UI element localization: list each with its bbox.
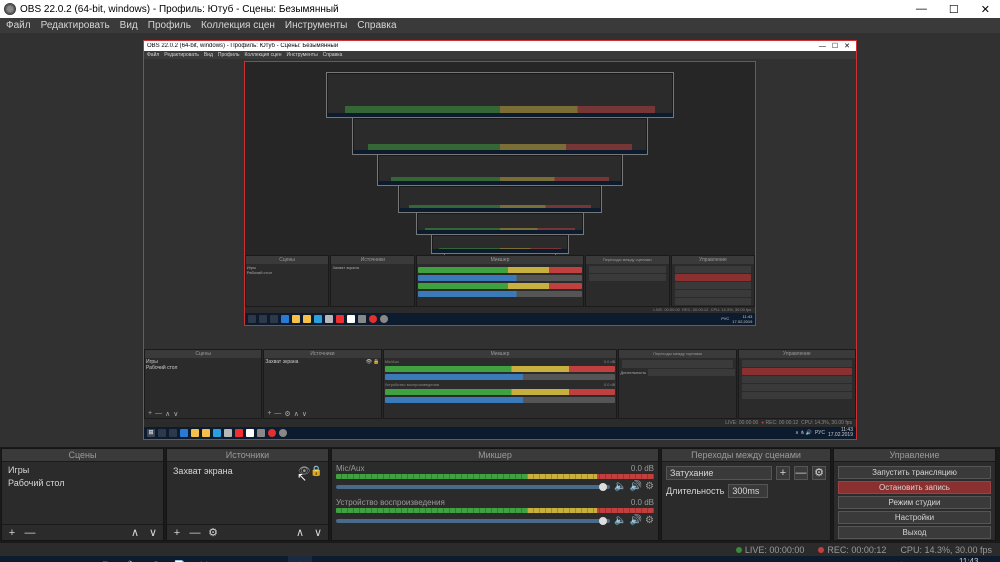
window-title: OBS 22.0.2 (64-bit, windows) - Профиль: … xyxy=(20,4,339,15)
taskbar-obs-icon[interactable]: ◎ xyxy=(288,556,312,562)
mixer-channel-name: Mic/Aux xyxy=(336,464,364,473)
audio-meter xyxy=(336,474,654,479)
mini-title: OBS 22.0.2 (64-bit, windows) - Профиль: … xyxy=(147,43,338,49)
taskbar-edge-icon[interactable]: e xyxy=(72,556,96,562)
gear-icon[interactable]: ⚙ xyxy=(645,481,654,492)
volume-slider[interactable] xyxy=(336,519,610,523)
transition-select[interactable]: Затухание xyxy=(666,466,772,480)
mixer-channel-db: 0.0 dB xyxy=(631,464,654,473)
audio-meter xyxy=(336,508,654,513)
source-up-button[interactable]: ∧ xyxy=(294,527,306,539)
source-add-button[interactable]: + xyxy=(171,527,183,539)
menu-tools[interactable]: Инструменты xyxy=(285,20,347,31)
mute-icon[interactable]: 🔈 xyxy=(614,481,626,492)
transition-duration-input[interactable]: 300ms xyxy=(728,484,768,498)
mute-icon[interactable]: 🔈 xyxy=(614,515,626,526)
taskbar-skype-icon[interactable]: S xyxy=(144,556,168,562)
start-streaming-button[interactable]: Запустить трансляцию xyxy=(838,466,991,479)
scene-item[interactable]: Рабочий стол xyxy=(6,477,159,490)
settings-button[interactable]: Настройки xyxy=(838,511,991,524)
speaker-icon[interactable]: 🔊 xyxy=(630,481,642,492)
cursor-icon: ↖ xyxy=(297,470,307,484)
window-close-button[interactable]: ✕ xyxy=(975,3,996,16)
source-settings-button[interactable]: ⚙ xyxy=(207,527,219,539)
window-maximize-button[interactable]: ☐ xyxy=(943,3,965,16)
dock-controls-header: Управление xyxy=(834,449,995,462)
gear-icon[interactable]: ⚙ xyxy=(645,515,654,526)
stop-recording-button[interactable]: Остановить запись xyxy=(838,481,991,494)
dock-sources-header: Источники xyxy=(167,449,328,462)
taskbar-start-icon[interactable]: ⊞ xyxy=(0,556,24,562)
exit-button[interactable]: Выход xyxy=(838,526,991,539)
studio-mode-button[interactable]: Режим студии xyxy=(838,496,991,509)
mixer-channel-db: 0.0 dB xyxy=(631,498,654,507)
source-down-button[interactable]: ∨ xyxy=(312,527,324,539)
menu-help[interactable]: Справка xyxy=(357,20,396,31)
menubar: Файл Редактировать Вид Профиль Коллекция… xyxy=(0,18,1000,33)
dock-mixer: Микшер Mic/Aux 0.0 dB 🔈 🔊 ⚙ Устройство во… xyxy=(331,448,659,541)
dock-scenes: Сцены Игры Рабочий стол + — ∧ ∨ xyxy=(1,448,164,541)
taskbar-taskview-icon[interactable]: ▭ xyxy=(48,556,72,562)
menu-scenes[interactable]: Коллекция сцен xyxy=(201,20,275,31)
source-remove-button[interactable]: — xyxy=(189,527,201,539)
taskbar-steam-icon[interactable]: ⟳ xyxy=(240,556,264,562)
status-cpu: CPU: 14.3%, 30.00 fps xyxy=(900,545,992,555)
lock-toggle-icon[interactable]: 🔒 xyxy=(310,465,322,478)
docks-row: Сцены Игры Рабочий стол + — ∧ ∨ Источник… xyxy=(0,447,1000,542)
speaker-icon[interactable]: 🔊 xyxy=(630,515,642,526)
mixer-channel: Устройство воспроизведения 0.0 dB 🔈 🔊 ⚙ xyxy=(336,498,654,526)
taskbar-search-icon[interactable]: ⌕ xyxy=(24,556,48,562)
scene-add-button[interactable]: + xyxy=(6,527,18,539)
scene-item[interactable]: Игры xyxy=(6,464,159,477)
preview-area[interactable]: OBS 22.0.2 (64-bit, windows) - Профиль: … xyxy=(0,33,1000,447)
menu-edit[interactable]: Редактировать xyxy=(41,20,110,31)
status-bar: LIVE: 00:00:00 REC: 00:00:12 CPU: 14.3%,… xyxy=(0,542,1000,556)
scene-up-button[interactable]: ∧ xyxy=(129,527,141,539)
taskbar-mail-icon[interactable]: ✉ xyxy=(216,556,240,562)
scenes-list[interactable]: Игры Рабочий стол xyxy=(2,462,163,524)
captured-screen: OBS 22.0.2 (64-bit, windows) - Профиль: … xyxy=(144,41,856,439)
dock-transitions-header: Переходы между сценами xyxy=(662,449,830,462)
taskbar-yandex-icon[interactable]: Y xyxy=(192,556,216,562)
mixer-channel-name: Устройство воспроизведения xyxy=(336,498,445,507)
menu-view[interactable]: Вид xyxy=(120,20,138,31)
sources-list[interactable]: Захват экрана 👁 🔒 ↖ xyxy=(167,462,328,524)
dock-scenes-header: Сцены xyxy=(2,449,163,462)
obs-logo-icon xyxy=(4,3,16,15)
transition-remove-button[interactable]: — xyxy=(794,466,808,480)
windows-taskbar: ⊞⌕▭e🗀🛍S📄Y✉⟳●◎ ∧ ⋔ 🔊 РУС 11:4317.02.2019 … xyxy=(0,556,1000,562)
transition-settings-button[interactable]: ⚙ xyxy=(812,466,826,480)
rec-indicator-icon xyxy=(818,547,824,553)
transition-duration-label: Длительность xyxy=(666,486,724,496)
taskbar-explorer-icon[interactable]: 🗀 xyxy=(96,556,120,562)
dock-sources: Источники Захват экрана 👁 🔒 ↖ + — ⚙ ∧ ∨ xyxy=(166,448,329,541)
volume-slider[interactable] xyxy=(336,485,610,489)
preview-source-bounds[interactable]: OBS 22.0.2 (64-bit, windows) - Профиль: … xyxy=(143,40,857,440)
status-live: LIVE: 00:00:00 xyxy=(745,545,805,555)
taskbar-store-icon[interactable]: 🛍 xyxy=(120,556,144,562)
dock-mixer-header: Микшер xyxy=(332,449,658,462)
source-item-label: Захват экрана xyxy=(173,465,233,478)
window-minimize-button[interactable]: — xyxy=(910,3,933,16)
menu-profile[interactable]: Профиль xyxy=(148,20,191,31)
transition-add-button[interactable]: + xyxy=(776,466,790,480)
taskbar-notes-icon[interactable]: 📄 xyxy=(168,556,192,562)
scene-remove-button[interactable]: — xyxy=(24,527,36,539)
taskbar-rec-icon[interactable]: ● xyxy=(264,556,288,562)
status-rec: REC: 00:00:12 xyxy=(827,545,886,555)
mixer-channel: Mic/Aux 0.0 dB 🔈 🔊 ⚙ xyxy=(336,464,654,492)
live-indicator-icon xyxy=(736,547,742,553)
scene-down-button[interactable]: ∨ xyxy=(147,527,159,539)
dock-transitions: Переходы между сценами Затухание + — ⚙ Д… xyxy=(661,448,831,541)
menu-file[interactable]: Файл xyxy=(6,20,31,31)
tray-clock[interactable]: 11:4317.02.2019 xyxy=(938,557,978,562)
window-titlebar: OBS 22.0.2 (64-bit, windows) - Профиль: … xyxy=(0,0,1000,18)
dock-controls: Управление Запустить трансляцию Останови… xyxy=(833,448,996,541)
